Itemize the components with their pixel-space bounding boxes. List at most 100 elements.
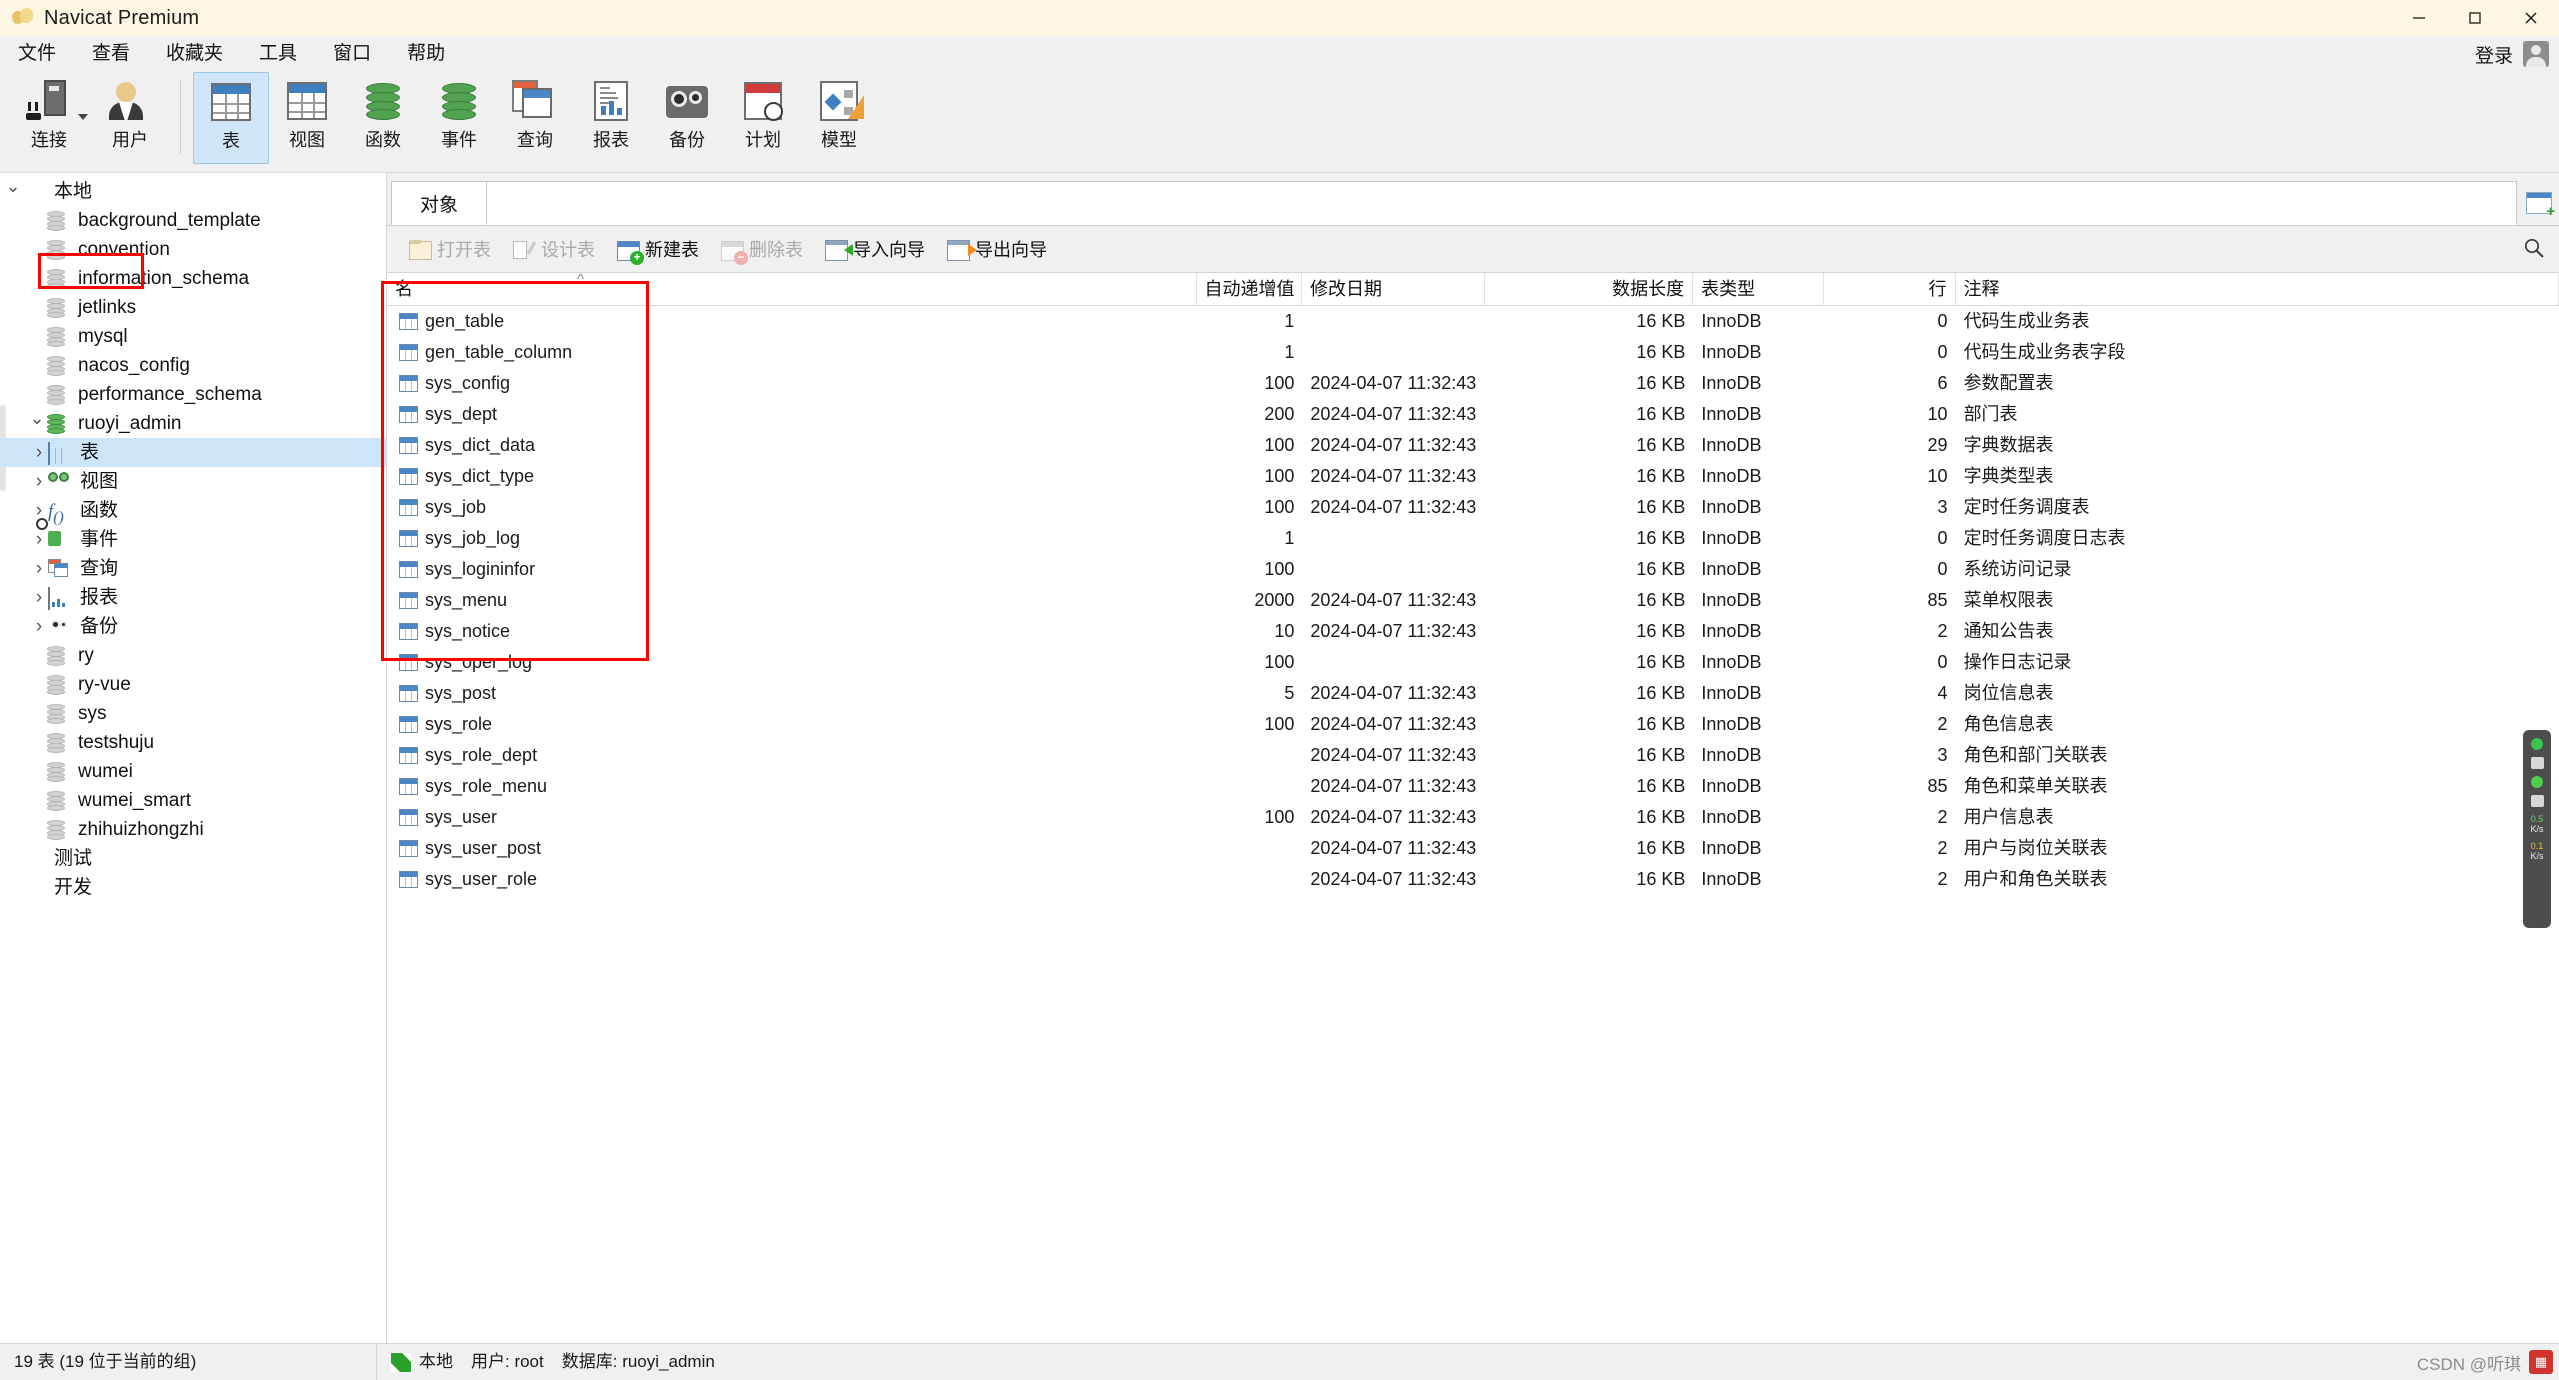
tree-node-zhihuizhongzhi[interactable]: zhihuizhongzhi xyxy=(0,815,386,844)
table-row[interactable]: sys_menu 2000 2024-04-07 11:32:43 16 KB Inno… xyxy=(387,585,2559,616)
menu-item-window[interactable]: 窗口 xyxy=(315,36,389,72)
table-row[interactable]: sys_logininfor 100 16 KB InnoDB 0 系统访问记录 xyxy=(387,554,2559,585)
table-row[interactable]: sys_user_role 2024-04-07 11:32:43 16 KB Inn… xyxy=(387,864,2559,895)
maximize-icon[interactable] xyxy=(2447,0,2503,36)
design-table-button[interactable]: 设计表 xyxy=(503,232,605,266)
column-header-5[interactable]: 行 xyxy=(1824,273,1956,305)
table-row[interactable]: sys_config 100 2024-04-07 11:32:43 16 KB Inn… xyxy=(387,368,2559,399)
tree-node-wumei_smart[interactable]: wumei_smart xyxy=(0,786,386,815)
tab-objects[interactable]: 对象 xyxy=(391,181,487,225)
open-table-button[interactable]: 打开表 xyxy=(399,232,501,266)
export-wizard-button[interactable]: 导出向导 xyxy=(937,232,1057,266)
tree-node-测试[interactable]: 测试 xyxy=(0,844,386,873)
tree-node-ry-vue[interactable]: ry-vue xyxy=(0,670,386,699)
menu-item-view[interactable]: 查看 xyxy=(74,36,148,72)
chevron-right-icon[interactable] xyxy=(30,471,48,493)
table-row[interactable]: sys_role 100 2024-04-07 11:32:43 16 KB InnoD… xyxy=(387,709,2559,740)
column-header-4[interactable]: 表类型 xyxy=(1693,273,1825,305)
table-name-label: sys_job xyxy=(425,497,487,517)
column-header-3[interactable]: 数据长度 xyxy=(1485,273,1694,305)
tree-node-报表[interactable]: 报表 xyxy=(0,583,386,612)
chevron-right-icon[interactable] xyxy=(30,616,48,638)
table-row[interactable]: sys_job 100 2024-04-07 11:32:43 16 KB InnoDB… xyxy=(387,492,2559,523)
new-tab-button[interactable]: + xyxy=(2519,181,2559,225)
cell-auto_increment: 100 xyxy=(1264,714,1295,734)
close-icon[interactable] xyxy=(2503,0,2559,36)
chevron-down-icon[interactable] xyxy=(28,413,46,434)
toolbar-button-model[interactable]: 模型 xyxy=(801,72,877,164)
new-table-button[interactable]: + 新建表 xyxy=(607,232,709,266)
toolbar-button-backup[interactable]: 备份 xyxy=(649,72,725,164)
table-row[interactable]: sys_dict_type 100 2024-04-07 11:32:43 16 KB… xyxy=(387,461,2559,492)
tree-node-convention[interactable]: convention xyxy=(0,235,386,264)
column-header-6[interactable]: 注释 xyxy=(1956,273,2559,305)
toolbar-button-report[interactable]: 报表 xyxy=(573,72,649,164)
cell-data_length: 16 KB xyxy=(1636,776,1686,796)
column-header-2[interactable]: 修改日期 xyxy=(1302,273,1485,305)
toolbar-button-event[interactable]: 事件 xyxy=(421,72,497,164)
tree-node-mysql[interactable]: mysql xyxy=(0,322,386,351)
tree-node-ruoyi_admin[interactable]: ruoyi_admin xyxy=(0,409,386,438)
tree-node-函数[interactable]: f() 函数 xyxy=(0,496,386,525)
tree-node-background_template[interactable]: background_template xyxy=(0,206,386,235)
table-row[interactable]: sys_job_log 1 16 KB InnoDB 0 定时任务调度日志表 xyxy=(387,523,2559,554)
tree-node-开发[interactable]: 开发 xyxy=(0,873,386,902)
menu-item-favorites[interactable]: 收藏夹 xyxy=(148,36,241,72)
table-row[interactable]: sys_oper_log 100 16 KB InnoDB 0 操作日志记录 xyxy=(387,647,2559,678)
column-header-0[interactable]: 名 xyxy=(387,273,1197,305)
cell-modified: 2024-04-07 11:32:43 xyxy=(1310,807,1477,827)
table-row[interactable]: sys_post 5 2024-04-07 11:32:43 16 KB InnoDB 4… xyxy=(387,678,2559,709)
toolbar-button-function[interactable]: 函数 xyxy=(345,72,421,164)
tree-node-视图[interactable]: 视图 xyxy=(0,467,386,496)
toolbar-button-table[interactable]: 表 xyxy=(193,72,269,164)
tree-node-表[interactable]: 表 xyxy=(0,438,386,467)
tree-node-performance_schema[interactable]: performance_schema xyxy=(0,380,386,409)
tree-node-事件[interactable]: 事件 xyxy=(0,517,386,554)
table-row[interactable]: sys_notice 10 2024-04-07 11:32:43 16 KB Inno… xyxy=(387,616,2559,647)
import-wizard-button[interactable]: 导入向导 xyxy=(815,232,935,266)
tree-node-ry[interactable]: ry xyxy=(0,641,386,670)
tree-node-sys[interactable]: sys xyxy=(0,699,386,728)
tree-node-information_schema[interactable]: information_schema xyxy=(0,264,386,293)
delete-table-button[interactable]: − 删除表 xyxy=(711,232,813,266)
chevron-right-icon[interactable] xyxy=(30,442,48,464)
chevron-right-icon[interactable] xyxy=(30,558,48,580)
menu-item-help[interactable]: 帮助 xyxy=(389,36,463,72)
cell-data_length: 16 KB xyxy=(1636,342,1686,362)
tree-node-wumei[interactable]: wumei xyxy=(0,757,386,786)
table-row[interactable]: sys_user_post 2024-04-07 11:32:43 16 KB Inn… xyxy=(387,833,2559,864)
cell-auto_increment xyxy=(1197,864,1302,895)
column-header-1[interactable]: 自动递增值 xyxy=(1197,273,1302,305)
menu-item-file[interactable]: 文件 xyxy=(0,36,74,72)
table-row[interactable]: sys_dict_data 100 2024-04-07 11:32:43 16 KB… xyxy=(387,430,2559,461)
toolbar-button-schedule[interactable]: 计划 xyxy=(725,72,801,164)
cell-data_length: 16 KB xyxy=(1636,838,1686,858)
chevron-right-icon[interactable] xyxy=(30,587,48,609)
chevron-right-icon[interactable] xyxy=(30,529,48,551)
database-grey-icon xyxy=(46,732,70,753)
tree-node-本地[interactable]: 本地 xyxy=(0,177,386,206)
table-row[interactable]: sys_role_menu 2024-04-07 11:32:43 16 KB Inn… xyxy=(387,771,2559,802)
toolbar-button-connection[interactable]: 连接 xyxy=(6,72,92,164)
toolbar-button-view[interactable]: 视图 xyxy=(269,72,345,164)
search-icon[interactable] xyxy=(2523,237,2545,259)
login-label[interactable]: 登录 xyxy=(2475,41,2513,68)
tree-node-testshuju[interactable]: testshuju xyxy=(0,728,386,757)
table-row[interactable]: gen_table_column 1 16 KB InnoDB 0 代码生成业务表字段 xyxy=(387,337,2559,368)
table-row[interactable]: sys_dept 200 2024-04-07 11:32:43 16 KB InnoD… xyxy=(387,399,2559,430)
tree-node-备份[interactable]: 备份 xyxy=(0,612,386,641)
menu-item-tools[interactable]: 工具 xyxy=(241,36,315,72)
table-row[interactable]: sys_user 100 2024-04-07 11:32:43 16 KB InnoD… xyxy=(387,802,2559,833)
table-row[interactable]: sys_role_dept 2024-04-07 11:32:43 16 KB Inn… xyxy=(387,740,2559,771)
cell-auto_increment: 100 xyxy=(1264,435,1295,455)
toolbar-button-user[interactable]: 用户 xyxy=(92,72,168,164)
tree-node-查询[interactable]: 查询 xyxy=(0,554,386,583)
avatar[interactable] xyxy=(2523,41,2549,67)
network-speed-widget[interactable]: 0.5 K/s 0.1 K/s xyxy=(2523,730,2551,928)
minimize-icon[interactable] xyxy=(2391,0,2447,36)
tree-node-nacos_config[interactable]: nacos_config xyxy=(0,351,386,380)
toolbar-button-query[interactable]: 查询 xyxy=(497,72,573,164)
tree-node-jetlinks[interactable]: jetlinks xyxy=(0,293,386,322)
chevron-down-icon[interactable] xyxy=(78,114,88,120)
table-row[interactable]: gen_table 1 16 KB InnoDB 0 代码生成业务表 xyxy=(387,306,2559,337)
